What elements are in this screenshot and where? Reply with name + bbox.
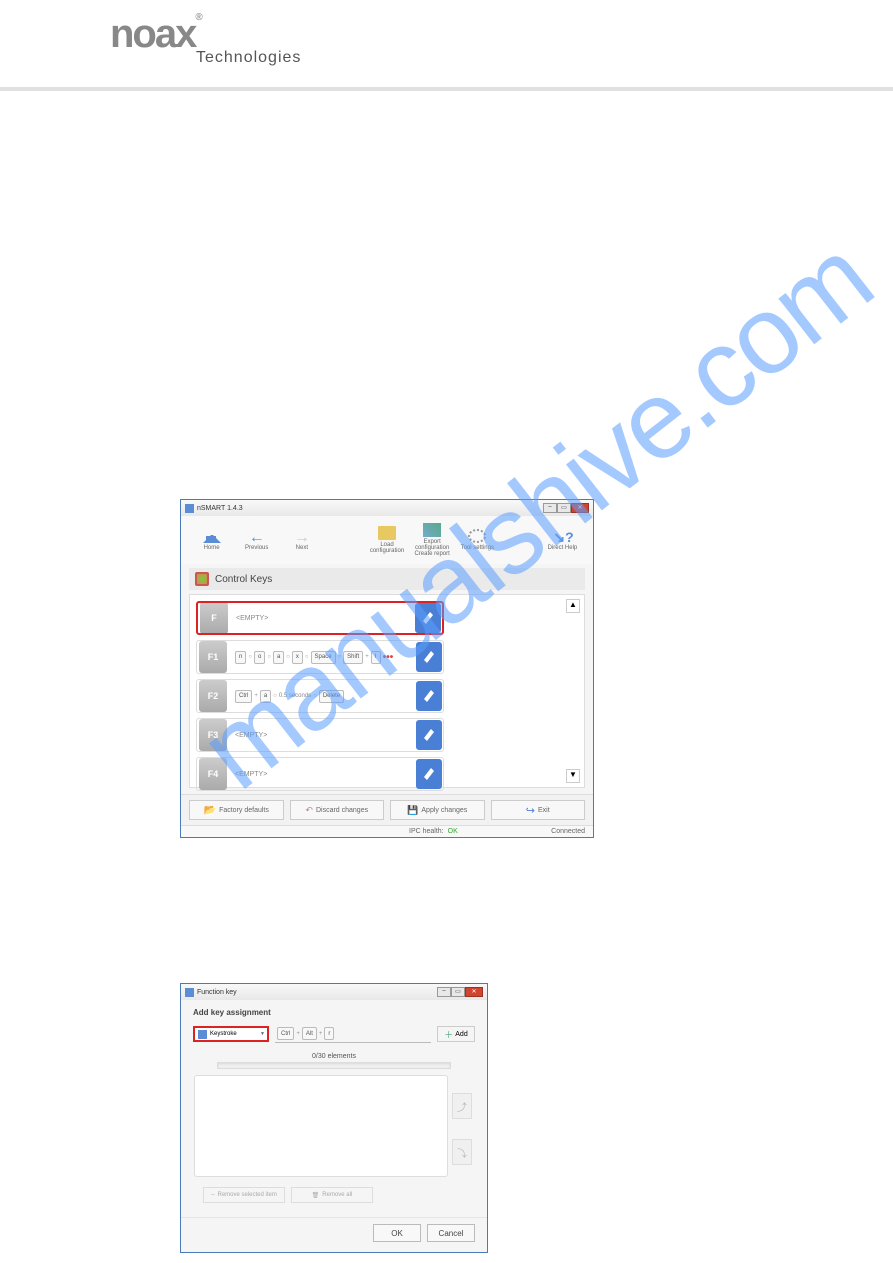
key-assignment: <EMPTY> — [229, 771, 415, 778]
edit-button[interactable] — [416, 681, 442, 711]
scroll-up-button[interactable]: ▲ — [566, 599, 580, 613]
edit-button[interactable] — [416, 759, 442, 789]
keystroke-input[interactable]: Ctrl+Alt+r — [275, 1025, 431, 1043]
remove-selected-button[interactable]: –Remove selected item — [203, 1187, 285, 1203]
factory-defaults-button[interactable]: 📂Factory defaults — [189, 800, 284, 820]
brand-subtitle: Technologies — [196, 49, 300, 67]
key-label: F3 — [199, 719, 227, 751]
move-down-button[interactable]: ⤵ — [452, 1139, 472, 1165]
minus-icon: – — [211, 1192, 214, 1198]
section-title: Control Keys — [215, 574, 272, 585]
element-counter: 0/30 elements — [193, 1053, 475, 1060]
edit-button[interactable] — [416, 720, 442, 750]
ok-button[interactable]: OK — [373, 1224, 421, 1242]
folder-icon — [378, 526, 396, 540]
next-button[interactable]: →Next — [279, 521, 324, 559]
page-header: noax® Technologies — [0, 0, 893, 91]
key-assignment: <EMPTY> — [229, 732, 415, 739]
undo-icon: ↶ — [305, 805, 313, 816]
combo-value: Keystroke — [210, 1031, 237, 1037]
arrow-left-icon: ← — [248, 529, 266, 543]
key-row-f3[interactable]: F3 <EMPTY> — [196, 718, 444, 752]
bottom-bar: 📂Factory defaults ↶Discard changes 💾Appl… — [181, 794, 593, 825]
add-assignment-section: Add key assignment Keystroke Ctrl+Alt+r … — [181, 1000, 487, 1217]
title-bar[interactable]: nSMART 1.4.3 – ▭ ✕ — [181, 500, 593, 516]
section-header: Control Keys — [189, 568, 585, 590]
add-button[interactable]: ＋Add — [437, 1026, 475, 1042]
key-label: F4 — [199, 758, 227, 790]
export-icon — [423, 523, 441, 537]
home-button[interactable]: Home — [189, 521, 234, 559]
arrow-right-icon: → — [293, 529, 311, 543]
key-assignment: <EMPTY> — [230, 615, 414, 622]
key-row-f2[interactable]: F2 Ctrl+a○0.5 seconds○Delete — [196, 679, 444, 713]
window-title: nSMART 1.4.3 — [197, 505, 243, 512]
previous-button[interactable]: ←Previous — [234, 521, 279, 559]
plus-icon: ＋ — [444, 1028, 453, 1041]
help-icon: ↘? — [553, 529, 571, 543]
edit-button[interactable] — [415, 603, 441, 633]
direct-help-button[interactable]: ↘?Direct Help — [540, 521, 585, 559]
edit-button[interactable] — [416, 642, 442, 672]
dialog-title-bar[interactable]: Function key – ▭ ✕ — [181, 984, 487, 1000]
apply-changes-button[interactable]: 💾Apply changes — [390, 800, 485, 820]
save-icon: 💾 — [407, 805, 418, 816]
brand-name: noax — [110, 12, 195, 56]
scroll-down-button[interactable]: ▼ — [566, 769, 580, 783]
move-up-button[interactable]: ⤴ — [452, 1093, 472, 1119]
connection-status: Connected — [551, 828, 585, 835]
home-icon — [203, 529, 221, 543]
section-heading: Add key assignment — [193, 1008, 475, 1017]
key-label: F1 — [199, 641, 227, 673]
discard-changes-button[interactable]: ↶Discard changes — [290, 800, 385, 820]
minimize-button[interactable]: – — [437, 987, 451, 997]
gear-icon — [468, 529, 486, 543]
load-config-button[interactable]: Load configuration — [364, 521, 409, 559]
exit-button[interactable]: ↪Exit — [491, 800, 586, 820]
maximize-button[interactable]: ▭ — [451, 987, 465, 997]
close-button[interactable]: ✕ — [571, 503, 589, 513]
key-label: F2 — [199, 680, 227, 712]
ipc-health-value: OK — [448, 828, 458, 835]
exit-icon: ↪ — [526, 804, 535, 817]
key-row-f4[interactable]: F4 <EMPTY> — [196, 757, 444, 791]
progress-bar — [217, 1062, 451, 1069]
function-key-dialog: Function key – ▭ ✕ Add key assignment Ke… — [180, 983, 488, 1253]
main-toolbar: Home ←Previous →Next Load configuration … — [181, 516, 593, 564]
minimize-button[interactable]: – — [543, 503, 557, 513]
factory-icon: 📂 — [204, 805, 216, 816]
maximize-button[interactable]: ▭ — [557, 503, 571, 513]
export-config-button[interactable]: Export configuration Create report — [410, 521, 455, 559]
cancel-button[interactable]: Cancel — [427, 1224, 475, 1242]
key-assignment: Ctrl+a○0.5 seconds○Delete — [229, 690, 415, 703]
app-icon — [185, 504, 194, 513]
key-label: F — [200, 602, 228, 634]
tool-settings-button[interactable]: Tool settings — [455, 521, 500, 559]
nsmart-window: nSMART 1.4.3 – ▭ ✕ Home ←Previous →Next … — [180, 499, 594, 838]
assignment-type-combo[interactable]: Keystroke — [193, 1026, 269, 1042]
key-row-f1[interactable]: F1 n○o○a○x○Space○Shift+I••• — [196, 640, 444, 674]
control-keys-icon — [195, 572, 209, 586]
assignment-listbox[interactable] — [194, 1075, 448, 1177]
status-bar: IPC health: OK Connected — [181, 825, 593, 837]
trash-icon: 🗑 — [312, 1192, 320, 1199]
dialog-title: Function key — [197, 989, 237, 996]
close-button[interactable]: ✕ — [465, 987, 483, 997]
key-assignment: n○o○a○x○Space○Shift+I••• — [229, 651, 415, 664]
control-keys-list: ▲ ▼ F <EMPTY> F1 n○o○a○x○Space○Shift+I••… — [189, 594, 585, 788]
ipc-health-label: IPC health: — [409, 828, 444, 835]
brand-logo: noax® Technologies — [110, 12, 300, 78]
app-icon — [185, 988, 194, 997]
remove-all-button[interactable]: 🗑Remove all — [291, 1187, 373, 1203]
registered-mark: ® — [195, 12, 200, 23]
key-row-f[interactable]: F <EMPTY> — [196, 601, 444, 635]
keyboard-icon — [198, 1030, 207, 1039]
